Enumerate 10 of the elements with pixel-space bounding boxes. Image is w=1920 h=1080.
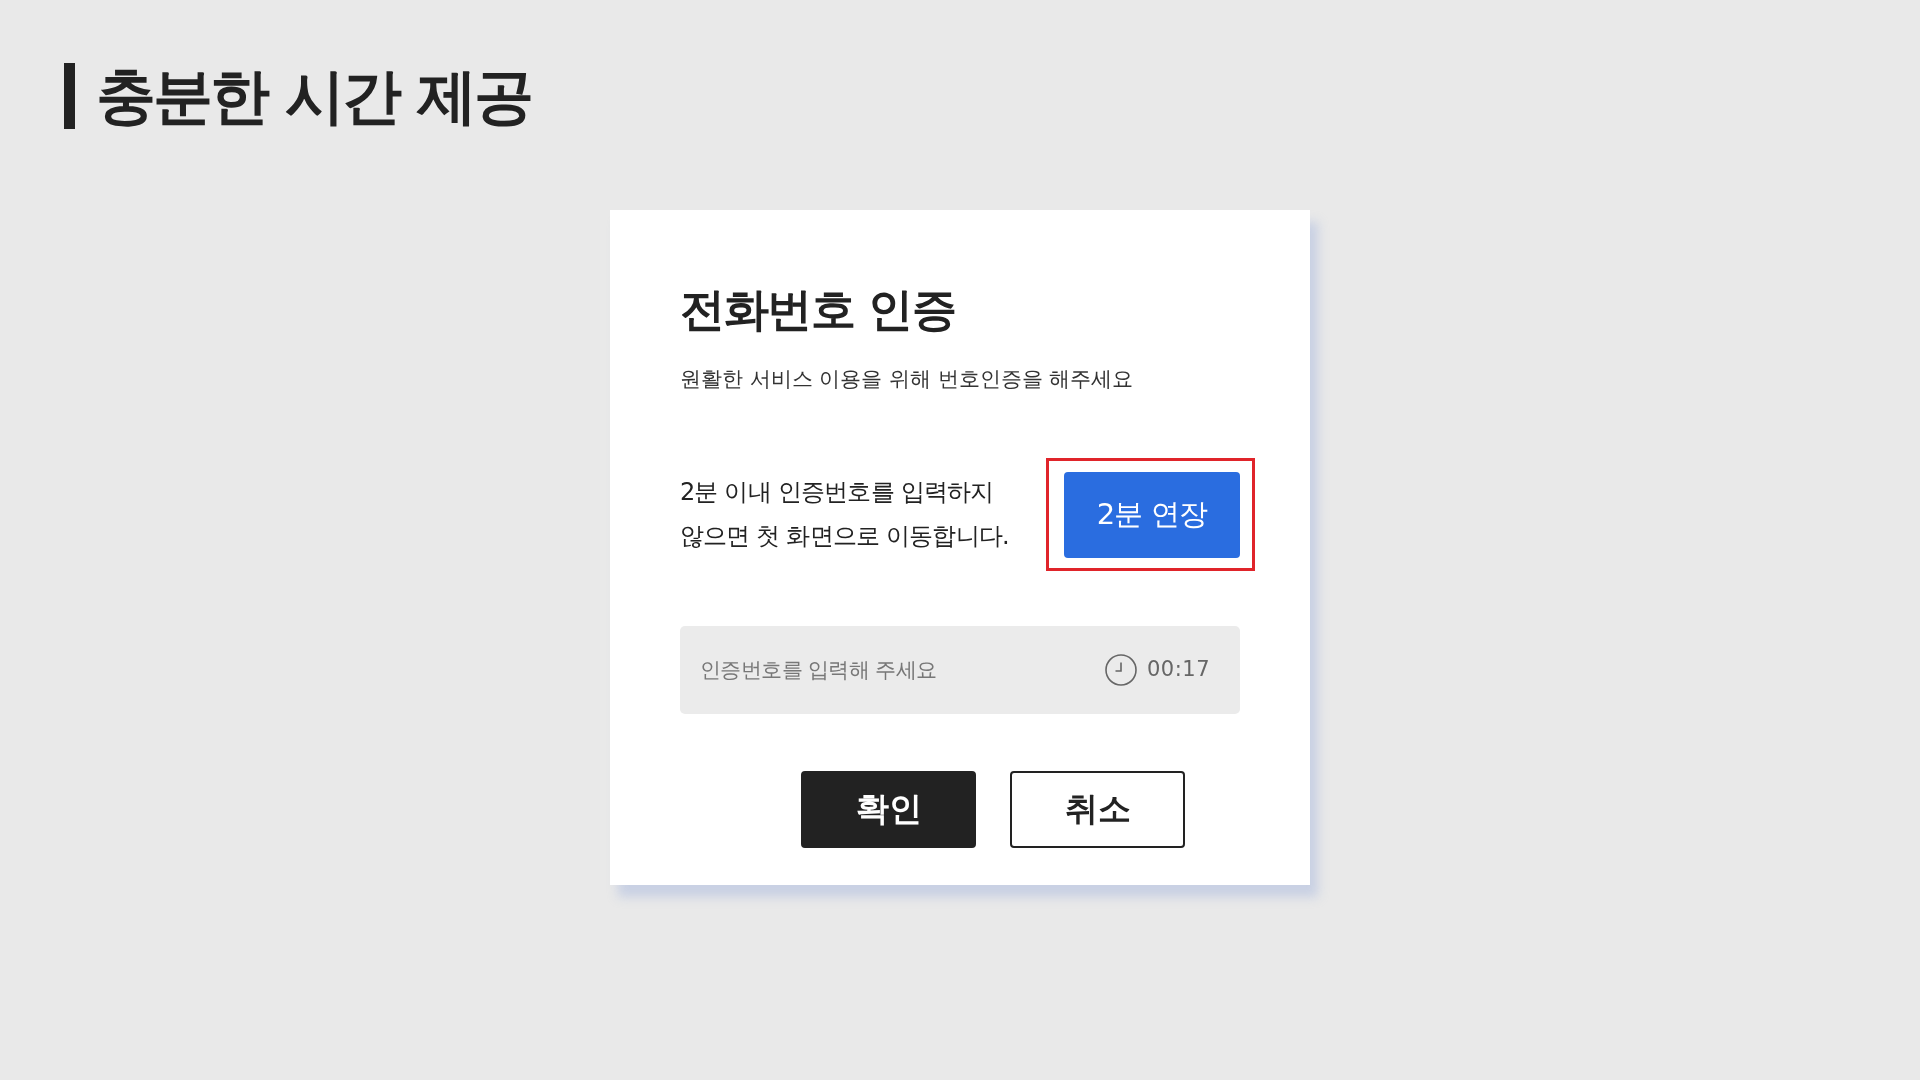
heading-accent-bar: [64, 63, 75, 129]
timeout-notice: 2분 이내 인증번호를 입력하지 않으면 첫 화면으로 이동합니다.: [680, 477, 1010, 553]
confirm-button[interactable]: 확인: [801, 770, 976, 848]
dialog-subtitle: 원활한 서비스 이용을 위해 번호인증을 해주세요: [680, 366, 1135, 394]
page-heading: 충분한 시간 제공: [96, 60, 531, 132]
dialog-title: 전화번호 인증: [680, 282, 957, 338]
clock-icon: [1104, 653, 1137, 686]
cancel-button[interactable]: 취소: [1010, 770, 1185, 848]
extend-time-button[interactable]: 2분 연장: [1064, 471, 1240, 558]
countdown-timer: 00:17: [1146, 655, 1210, 683]
